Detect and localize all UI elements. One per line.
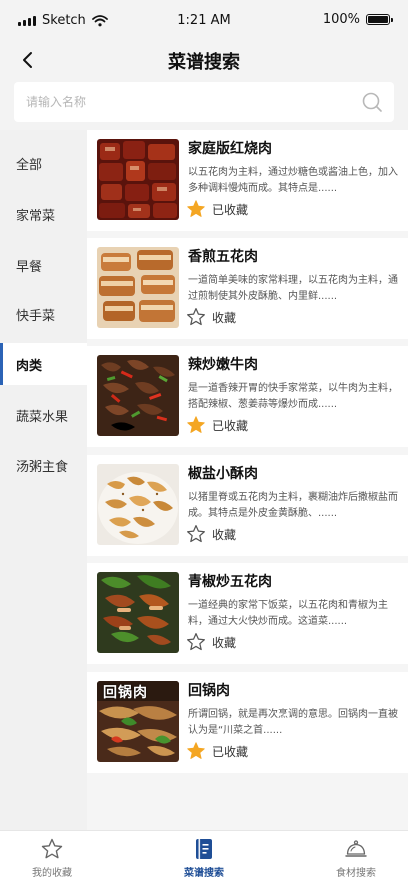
favorite-toggle[interactable]: 已收藏 [186, 199, 248, 219]
sidebar-item-breakfast[interactable]: 早餐 [0, 244, 87, 286]
star-filled-icon [187, 742, 205, 759]
recipe-card[interactable]: 辣炒嫩牛肉 是一道香辣开胃的快手家常菜，以牛肉为主料，搭配辣椒、葱姜蒜等爆炒而成… [87, 346, 408, 447]
recipe-description: 一道经典的家常下饭菜，以五花肉和青椒为主料，通过大火快炒而成。这道菜...... [188, 600, 388, 627]
bottom-tab-bar: 我的收藏 菜谱搜索 食材搜索 [0, 830, 408, 883]
recipe-title: 椒盐小酥肉 [188, 466, 258, 482]
favorite-toggle[interactable]: 已收藏 [186, 741, 248, 761]
search-icon[interactable] [360, 90, 384, 114]
star-filled-icon [187, 416, 205, 433]
recipe-search-screen: Sketch 1:21 AM 100% 菜谱搜索 请输入名称 全部 家常菜 早餐… [0, 0, 408, 883]
recipe-list: 家庭版红烧肉 以五花肉为主料，通过炒糖色或酱油上色，加入多种调料慢炖而成。其特点… [87, 130, 408, 830]
sidebar-item-label: 快手菜 [16, 308, 56, 324]
sidebar-item-label: 早餐 [16, 259, 43, 275]
recipe-card[interactable]: 回锅肉 回锅肉 所谓回锅，就是再次烹调的意思。回锅肉一直被认为是“川菜之首...… [87, 672, 408, 773]
recipe-description: 以五花肉为主料，通过炒糖色或酱油上色，加入多种调料慢炖而成。其特点是...... [188, 167, 398, 194]
image-caption: 回锅肉 [103, 685, 148, 701]
recipe-title: 辣炒嫩牛肉 [188, 357, 258, 373]
favorite-label: 收藏 [212, 635, 237, 650]
recipe-image [97, 572, 179, 653]
favorite-label: 收藏 [212, 310, 237, 325]
sidebar-item-label: 汤粥主食 [16, 459, 69, 475]
recipe-title: 回锅肉 [188, 683, 230, 699]
page-title: 菜谱搜索 [168, 52, 240, 73]
sidebar-item-quick-dishes[interactable]: 快手菜 [0, 293, 87, 335]
status-bar: Sketch 1:21 AM 100% [0, 0, 408, 44]
sidebar-item-meat[interactable]: 肉类 [0, 343, 87, 385]
recipe-card[interactable]: 青椒炒五花肉 一道经典的家常下饭菜，以五花肉和青椒为主料，通过大火快炒而成。这道… [87, 563, 408, 664]
favorite-toggle[interactable]: 收藏 [186, 307, 236, 327]
recipe-description: 一道简单美味的家常料理，以五花肉为主料，通过煎制使其外皮酥脆、内里鲜...... [188, 275, 398, 302]
favorite-label: 已收藏 [212, 744, 249, 759]
recipe-image [97, 139, 179, 220]
sidebar-item-label: 全部 [16, 157, 43, 173]
tab-label: 食材搜索 [336, 868, 376, 879]
recipe-description: 是一道香辣开胃的快手家常菜，以牛肉为主料，搭配辣椒、葱姜蒜等爆炒而成...... [188, 383, 398, 410]
favorite-label: 已收藏 [212, 202, 249, 217]
cloche-icon [345, 840, 367, 857]
star-outline-icon [187, 633, 205, 651]
favorite-toggle[interactable]: 收藏 [186, 632, 236, 652]
recipe-image [97, 464, 179, 545]
favorite-toggle[interactable]: 收藏 [186, 524, 236, 544]
sidebar-item-label: 蔬菜水果 [16, 409, 69, 425]
search-input[interactable] [26, 82, 356, 122]
recipe-card[interactable]: 椒盐小酥肉 以猪里脊或五花肉为主料，裹糊油炸后撒椒盐而成。其特点是外皮金黄酥脆、… [87, 455, 408, 556]
recipe-title: 青椒炒五花肉 [188, 574, 272, 590]
star-outline-icon [41, 838, 63, 859]
status-right: 100% [322, 12, 393, 27]
favorite-label: 已收藏 [212, 418, 249, 433]
search-box [14, 82, 394, 122]
star-outline-icon [187, 308, 205, 326]
sidebar-item-label: 家常菜 [16, 208, 56, 224]
recipe-image [97, 355, 179, 436]
sidebar-item-all[interactable]: 全部 [0, 142, 87, 184]
battery-percent: 100% [322, 12, 360, 27]
recipe-card[interactable]: 家庭版红烧肉 以五花肉为主料，通过炒糖色或酱油上色，加入多种调料慢炖而成。其特点… [87, 130, 408, 231]
favorite-toggle[interactable]: 已收藏 [186, 415, 248, 435]
star-outline-icon [187, 525, 205, 543]
recipe-image: 回锅肉 [97, 681, 179, 762]
recipe-book-icon [196, 839, 212, 859]
recipe-description: 以猪里脊或五花肉为主料，裹糊油炸后撒椒盐而成。其特点是外皮金黄酥脆、...... [188, 492, 398, 519]
star-filled-icon [187, 200, 205, 217]
tab-my-favorites[interactable]: 我的收藏 [2, 833, 102, 883]
recipe-description: 所谓回锅，就是再次烹调的意思。回锅肉一直被认为是“川菜之首...... [188, 709, 398, 736]
tab-label: 菜谱搜索 [184, 868, 224, 879]
tab-label: 我的收藏 [32, 868, 72, 879]
sidebar-item-label: 肉类 [16, 358, 43, 374]
tab-recipe-search[interactable]: 菜谱搜索 [154, 833, 254, 883]
sidebar-item-soup-staples[interactable]: 汤粥主食 [0, 444, 87, 486]
recipe-card[interactable]: 香煎五花肉 一道简单美味的家常料理，以五花肉为主料，通过煎制使其外皮酥脆、内里鲜… [87, 238, 408, 339]
battery-icon [366, 14, 393, 25]
recipe-title: 家庭版红烧肉 [188, 141, 272, 157]
sidebar-item-home-cooking[interactable]: 家常菜 [0, 193, 87, 235]
tab-ingredient-search[interactable]: 食材搜索 [306, 833, 406, 883]
top-area: Sketch 1:21 AM 100% 菜谱搜索 [0, 0, 408, 130]
favorite-label: 收藏 [212, 527, 237, 542]
recipe-title: 香煎五花肉 [188, 249, 258, 265]
recipe-image [97, 247, 179, 328]
header: 菜谱搜索 [0, 44, 408, 78]
category-sidebar: 全部 家常菜 早餐 快手菜 肉类 蔬菜水果 汤粥主食 [0, 130, 87, 830]
sidebar-item-vegetables-fruit[interactable]: 蔬菜水果 [0, 394, 87, 436]
